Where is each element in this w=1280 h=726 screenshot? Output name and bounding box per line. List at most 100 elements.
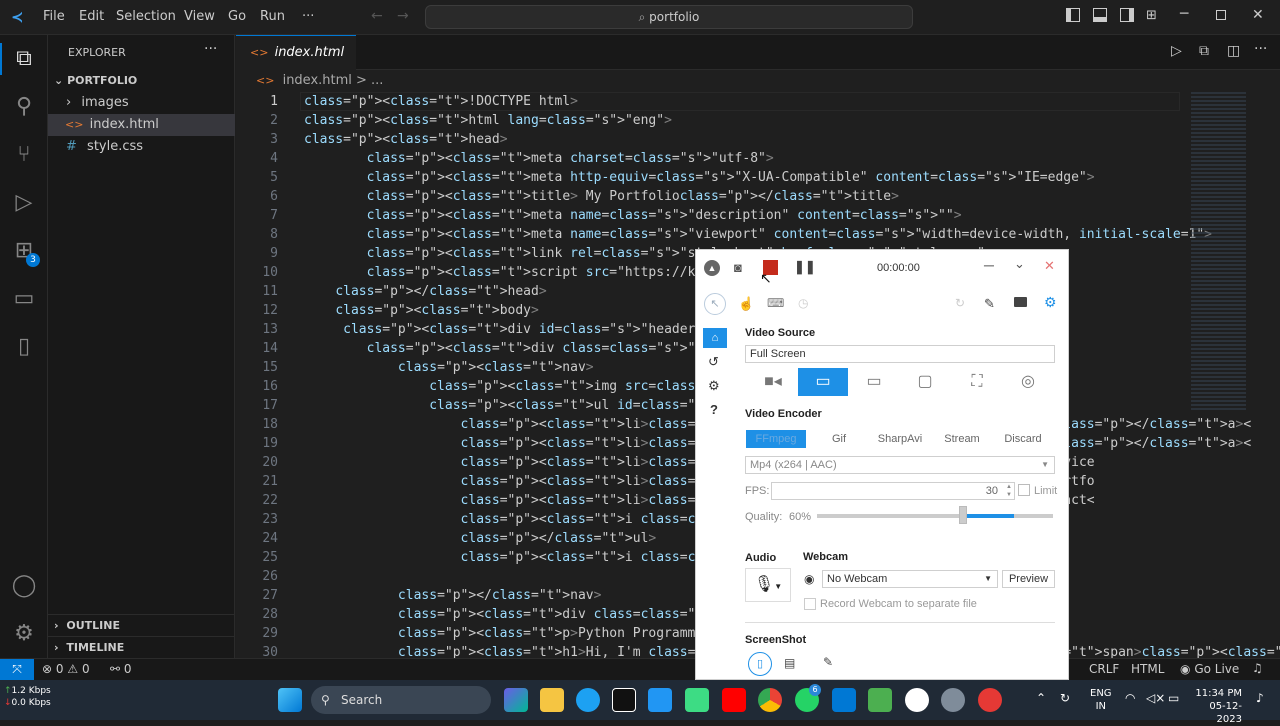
back-arrow-icon[interactable]: ← — [371, 8, 383, 24]
go-live-button[interactable]: ◉ Go Live — [1180, 662, 1239, 676]
tree-item-index-html[interactable]: <> index.html — [48, 114, 235, 136]
customize-layout-icon[interactable]: ⊞ — [1146, 8, 1157, 23]
wifi-icon[interactable]: ◠ — [1125, 691, 1135, 705]
more-actions-icon[interactable]: ··· — [204, 41, 217, 57]
app-icon[interactable] — [868, 688, 892, 712]
edge-icon[interactable] — [576, 688, 600, 712]
battery-icon[interactable]: ▭ — [1168, 691, 1179, 705]
menu-run[interactable]: Run — [260, 9, 285, 24]
tray-sync-icon[interactable]: ↻ — [1060, 691, 1070, 705]
store-icon[interactable] — [648, 688, 672, 712]
eol-status[interactable]: CRLF — [1089, 662, 1119, 676]
forward-arrow-icon[interactable]: → — [397, 8, 409, 24]
chrome-icon[interactable] — [758, 688, 782, 712]
menu-selection[interactable]: Selection — [116, 9, 176, 24]
close-icon[interactable]: ✕ — [1252, 7, 1264, 23]
ports-status[interactable]: ⚯ 0 — [110, 662, 132, 676]
chevron-double-down-icon[interactable]: ⌄ — [1014, 256, 1025, 272]
source-control-icon[interactable]: ⑂ — [8, 139, 40, 171]
run-debug-icon[interactable]: ▷ — [8, 187, 40, 219]
webcam-source-icon[interactable]: ■◂ — [748, 368, 798, 396]
encoder-tab-discard[interactable]: Discard — [993, 430, 1053, 448]
explorer-icon[interactable]: ⧉ — [8, 43, 40, 75]
volume-icon[interactable]: ◁× — [1146, 691, 1165, 705]
github-icon[interactable] — [905, 688, 929, 712]
toggle-sidebar-icon[interactable] — [1066, 8, 1080, 22]
copilot-icon[interactable] — [504, 688, 528, 712]
menu-go[interactable]: Go — [228, 9, 246, 24]
clipboard-file-icon[interactable]: ▯ — [748, 652, 772, 676]
spinner-icon[interactable]: ▲ ▼ — [1006, 483, 1012, 499]
play-store-icon[interactable] — [685, 688, 709, 712]
gamepad-source-icon[interactable]: ◎ — [1003, 368, 1053, 396]
minimap[interactable] — [1191, 92, 1251, 422]
minimize-icon[interactable]: ─ — [984, 257, 994, 273]
notifications-icon[interactable]: ♫ — [1252, 661, 1263, 675]
folder-root[interactable]: ⌄ PORTFOLIO — [48, 70, 235, 92]
file-explorer-icon[interactable] — [540, 688, 564, 712]
vscode-icon[interactable] — [832, 688, 856, 712]
clipboard-icon[interactable]: ▤ — [784, 656, 795, 670]
search-icon[interactable]: ⚲ — [8, 91, 40, 123]
problems-status[interactable]: ⊗ 0 ⚠ 0 — [42, 662, 90, 676]
pointer-icon[interactable]: ↖ — [704, 293, 726, 315]
settings-icon[interactable]: ⚙ — [708, 378, 720, 394]
recorder-app-icon[interactable] — [978, 688, 1002, 712]
language-status[interactable]: HTML — [1131, 662, 1164, 676]
hand-icon[interactable]: ☝ — [738, 296, 754, 312]
encoder-tab-ffmpeg[interactable]: FFmpeg — [746, 430, 806, 448]
region-source-icon[interactable]: ⛶ — [952, 368, 1002, 396]
remote-button[interactable]: ⤧ — [0, 659, 34, 680]
settings-icon[interactable] — [941, 688, 965, 712]
extensions-icon[interactable]: ⊞ 3 — [8, 235, 40, 267]
refresh-icon[interactable]: ↻ — [955, 296, 965, 310]
remote-explorer-icon[interactable]: ▭ — [8, 283, 40, 315]
command-center-search[interactable]: ⌕ portfolio — [425, 5, 913, 29]
video-source-field[interactable]: Full Screen — [745, 345, 1055, 363]
tray-chevron-icon[interactable]: ⌃ — [1036, 691, 1046, 705]
split-editor-icon[interactable]: ◫ — [1227, 43, 1240, 59]
menu-more[interactable]: ··· — [302, 9, 314, 24]
webcam-select[interactable]: No Webcam ▼ — [822, 570, 998, 588]
breadcrumb-text[interactable]: index.html > ... — [279, 73, 384, 88]
encoder-tab-gif[interactable]: Gif — [809, 430, 869, 448]
timer-icon[interactable]: ◷ — [798, 296, 808, 310]
tree-item-style-css[interactable]: # style.css — [48, 136, 235, 158]
minimize-icon[interactable]: ─ — [1180, 6, 1188, 22]
history-icon[interactable]: ↺ — [708, 354, 719, 370]
fps-input[interactable]: 30 ▲ ▼ — [771, 482, 1015, 500]
preview-button[interactable]: Preview — [1002, 570, 1055, 588]
outline-section[interactable]: › OUTLINE — [48, 614, 235, 636]
keyboard-icon[interactable]: ⌨ — [767, 296, 784, 310]
taskbar-search[interactable]: ⚲ Search — [311, 686, 491, 714]
encoder-tab-stream[interactable]: Stream — [932, 430, 992, 448]
folder-icon[interactable] — [1014, 297, 1027, 307]
pen-icon[interactable]: ✎ — [823, 655, 833, 669]
close-icon[interactable]: ✕ — [1044, 258, 1055, 274]
run-icon[interactable]: ▷ — [1171, 43, 1182, 59]
screen-source-icon[interactable]: ▭ — [798, 368, 848, 396]
window-source-icon[interactable]: ▢ — [900, 368, 950, 396]
start-icon[interactable] — [278, 688, 302, 712]
settings-gear-icon[interactable]: ⚙ — [1044, 294, 1057, 311]
record-webcam-checkbox[interactable] — [804, 598, 816, 610]
camera-icon[interactable]: ◙ — [734, 260, 742, 275]
limit-checkbox[interactable] — [1018, 484, 1030, 496]
tree-item-images[interactable]: › images — [48, 92, 235, 114]
brush-icon[interactable]: ✎ — [984, 296, 995, 312]
account-icon[interactable]: ◯ — [8, 570, 40, 602]
tab-index-html[interactable]: <> index.html ✕ — [236, 35, 356, 94]
quality-slider-thumb[interactable] — [959, 506, 967, 524]
menu-edit[interactable]: Edit — [79, 9, 104, 24]
timeline-section[interactable]: › TIMELINE — [48, 636, 235, 658]
notification-bell-icon[interactable]: ♪ — [1256, 691, 1264, 705]
home-icon[interactable]: ⌂ — [703, 328, 727, 348]
encoder-select[interactable]: Mp4 (x264 | AAC) ▼ — [745, 456, 1055, 474]
collapse-icon[interactable]: ▲ — [704, 260, 720, 276]
monitor-source-icon[interactable]: ▭ — [849, 368, 899, 396]
whatsapp-icon[interactable]: 6 — [795, 684, 821, 712]
gear-icon[interactable]: ⚙ — [8, 618, 40, 650]
terminal-icon[interactable] — [612, 688, 636, 712]
bookmark-icon[interactable]: ▯ — [8, 331, 40, 363]
encoder-tab-sharpavi[interactable]: SharpAvi — [870, 430, 930, 448]
